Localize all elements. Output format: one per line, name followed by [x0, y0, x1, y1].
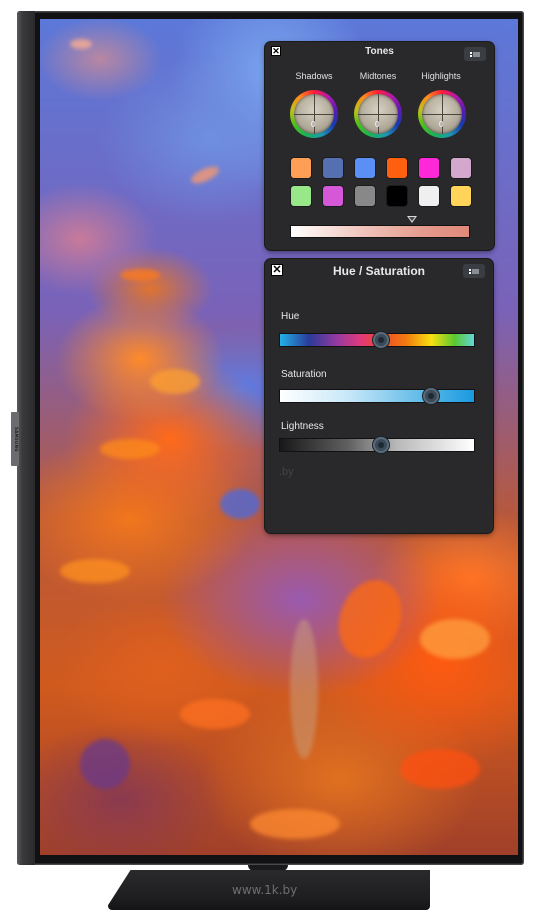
- color-swatch-lilac[interactable]: [451, 158, 471, 178]
- saturation-label: Saturation: [281, 369, 327, 380]
- color-swatch-black[interactable]: [387, 186, 407, 206]
- lightness-slider-handle[interactable]: [372, 437, 389, 453]
- saturation-slider-handle[interactable]: [423, 388, 440, 404]
- tones-panel-title: Tones: [365, 46, 394, 57]
- hue-label: Hue: [281, 311, 300, 322]
- watermark-text: www.1k.by: [232, 883, 298, 897]
- panel-menu-button[interactable]: [463, 264, 485, 278]
- saturation-slider[interactable]: [279, 388, 475, 404]
- color-swatch-gray[interactable]: [355, 186, 375, 206]
- hue-panel-title: Hue / Saturation: [332, 264, 425, 278]
- color-swatch-slate-blue[interactable]: [323, 158, 343, 178]
- monitor-side-edge: [17, 11, 35, 865]
- lightness-label: Lightness: [281, 421, 324, 432]
- color-swatch-magenta[interactable]: [419, 158, 439, 178]
- tone-gradient-bar[interactable]: [290, 225, 470, 238]
- wheel-label-shadows: Shadows: [295, 71, 333, 81]
- tones-panel: ✕ Tones Shadows Midtones Highlights 0 0 …: [265, 42, 494, 250]
- color-wheel-midtones[interactable]: 0: [354, 90, 402, 138]
- color-wheel-shadows[interactable]: 0: [290, 90, 338, 138]
- wheel-label-midtones: Midtones: [359, 71, 397, 81]
- color-swatch-orange[interactable]: [291, 158, 311, 178]
- hue-saturation-panel: ✕ Hue / Saturation Hue Saturation Lightn…: [265, 259, 493, 533]
- hue-slider[interactable]: [279, 332, 475, 348]
- menu-icon: [470, 51, 472, 57]
- wheel-value: 0: [311, 120, 316, 129]
- wheel-value: 0: [439, 120, 444, 129]
- wheel-value: 0: [375, 120, 380, 129]
- color-wheel-highlights[interactable]: 0: [418, 90, 466, 138]
- tone-marker-triangle-icon[interactable]: [407, 216, 418, 223]
- color-swatch-blue[interactable]: [355, 158, 375, 178]
- color-swatch-deep-orange[interactable]: [387, 158, 407, 178]
- color-swatch-purple[interactable]: [323, 186, 343, 206]
- color-swatch-grid: [291, 158, 471, 206]
- color-swatch-white[interactable]: [419, 186, 439, 206]
- color-swatch-yellow[interactable]: [451, 186, 471, 206]
- brand-label: SAMSUNG: [14, 426, 19, 452]
- panel-menu-button[interactable]: [464, 47, 486, 61]
- color-swatch-light-green[interactable]: [291, 186, 311, 206]
- hue-slider-handle[interactable]: [372, 332, 389, 348]
- menu-icon: [469, 268, 471, 274]
- watermark-ghost-text: .by: [279, 466, 294, 478]
- lightness-slider[interactable]: [279, 437, 475, 453]
- wheel-label-highlights: Highlights: [421, 71, 461, 81]
